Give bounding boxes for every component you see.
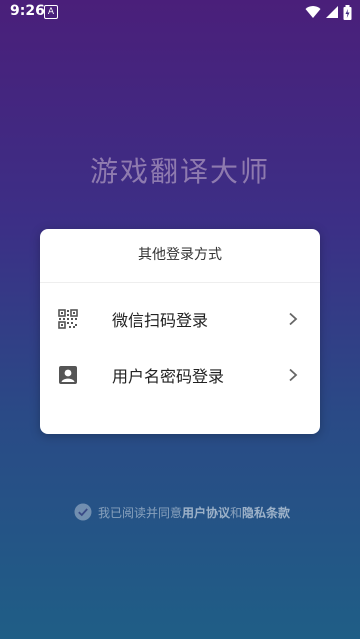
- username-password-login-label: 用户名密码登录: [112, 367, 225, 386]
- signal-icon: [326, 6, 338, 18]
- login-screen: 9:26 A 游戏翻译大师 其他登录方式 微信扫码登录 用户名密码登录 我已阅读…: [0, 0, 360, 639]
- card-header: 其他登录方式: [40, 229, 320, 283]
- account-box-icon: [59, 366, 77, 384]
- wechat-qr-login-label: 微信扫码登录: [112, 311, 209, 330]
- app-title: 游戏翻译大师: [89, 155, 270, 188]
- status-time: 9:26: [10, 3, 45, 19]
- login-options-card: 其他登录方式 微信扫码登录 用户名密码登录: [40, 229, 320, 434]
- status-bar: 9:26 A: [0, 0, 360, 24]
- wechat-qr-login-option[interactable]: 微信扫码登录: [40, 291, 320, 347]
- agreement-conjunction: 和: [230, 505, 243, 520]
- chevron-right-icon: [289, 368, 298, 382]
- privacy-policy-link[interactable]: 隐私条款: [242, 504, 290, 521]
- username-password-login-option[interactable]: 用户名密码登录: [40, 347, 320, 403]
- notification-a-icon: A: [44, 5, 58, 19]
- agreement-prefix: 我已阅读并同意: [98, 505, 183, 520]
- agreement-row: 我已阅读并同意 用户协议和隐私条款: [74, 502, 290, 522]
- wifi-icon: [305, 6, 321, 19]
- chevron-right-icon: [289, 312, 298, 326]
- battery-icon: [343, 4, 352, 20]
- status-icons: [305, 4, 352, 20]
- qr-code-icon: [58, 309, 78, 329]
- user-agreement-link[interactable]: 用户协议: [182, 504, 230, 521]
- agreement-checkbox[interactable]: [74, 503, 92, 521]
